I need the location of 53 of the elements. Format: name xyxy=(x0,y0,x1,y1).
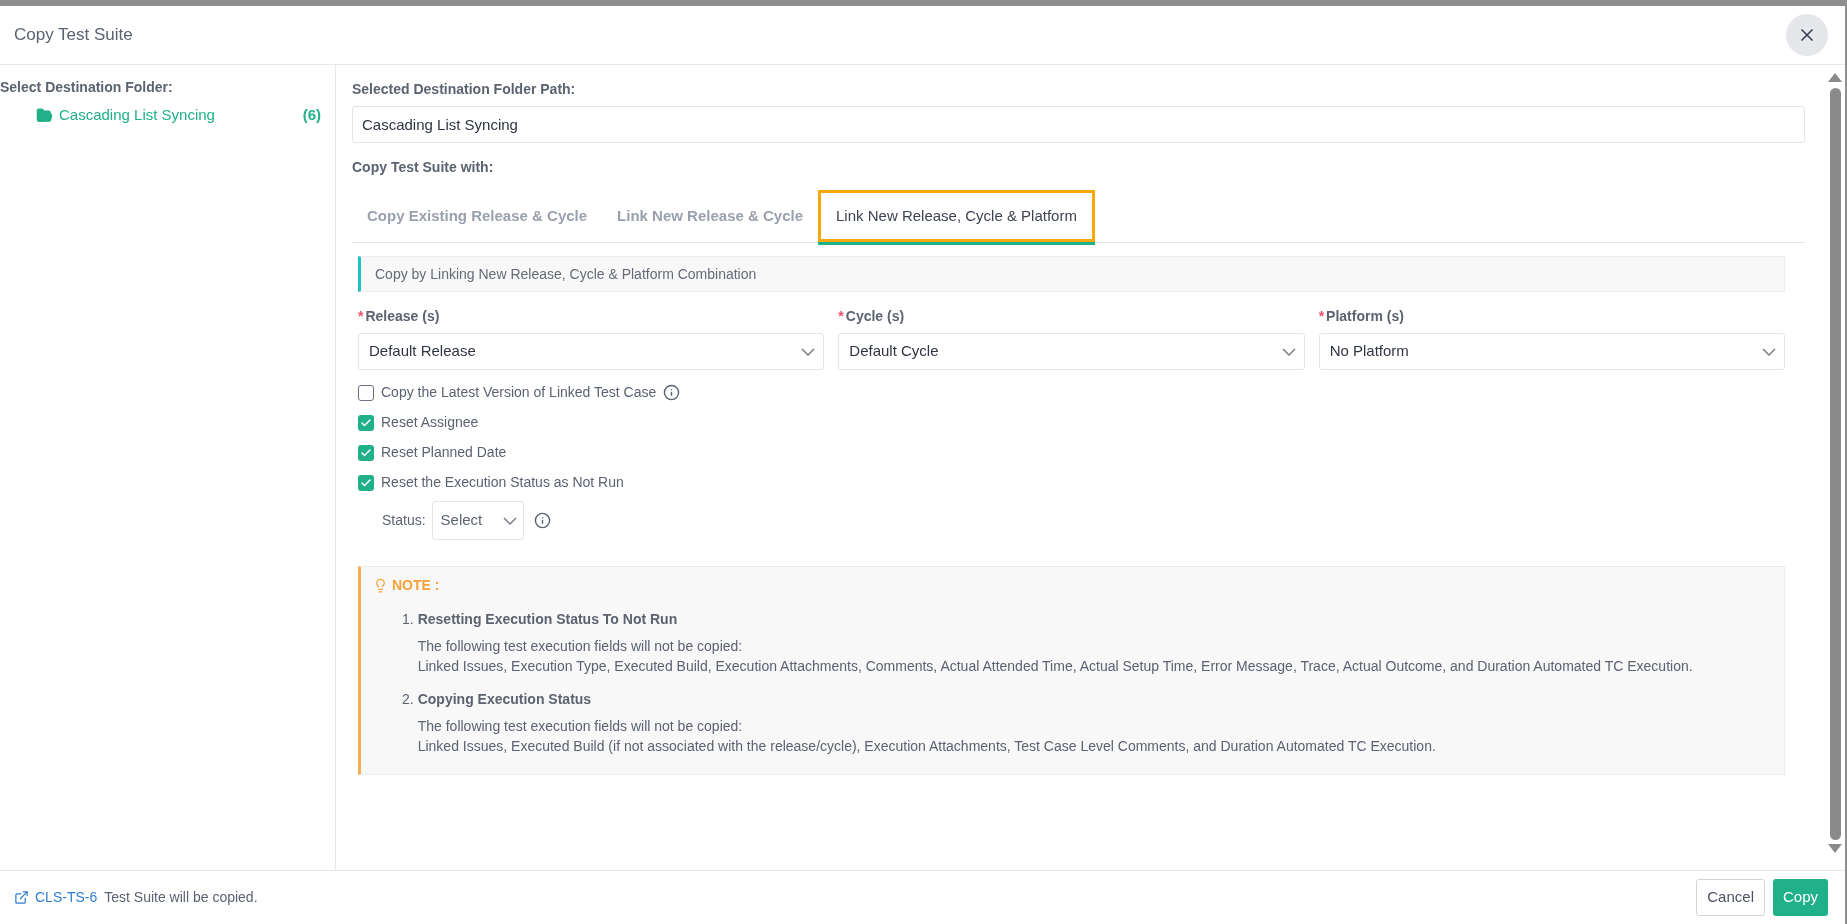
path-label: Selected Destination Folder Path: xyxy=(352,80,577,99)
select-label: Release (s) xyxy=(365,307,440,326)
check-icon xyxy=(360,446,372,459)
checkbox[interactable] xyxy=(358,384,374,401)
info-banner: Copy by Linking New Release, Cycle & Platform Combination xyxy=(358,256,1785,292)
suite-link[interactable]: CLS-TS-6 xyxy=(14,887,98,908)
chevron-down-icon xyxy=(801,347,816,356)
required-mark: * xyxy=(1318,307,1325,326)
checkbox[interactable] xyxy=(358,474,374,491)
select-field[interactable]: Default Release xyxy=(358,333,825,370)
external-link-icon xyxy=(14,890,29,905)
check-icon xyxy=(360,416,372,429)
check-icon xyxy=(360,476,372,489)
select-label: Cycle (s) xyxy=(845,307,905,326)
note-heading: Copying Execution Status xyxy=(417,690,593,709)
checkbox-label: Reset the Execution Status as Not Run xyxy=(381,473,624,492)
checkbox-label: Copy the Latest Version of Linked Test Case xyxy=(381,383,657,402)
status-label: Status: xyxy=(382,511,426,530)
folder-panel-heading: Select Destination Folder: xyxy=(0,78,174,97)
footer-message: Test Suite will be copied. xyxy=(104,888,258,907)
status-select[interactable]: Select xyxy=(431,501,524,540)
path-field[interactable]: Cascading List Syncing xyxy=(352,106,1805,143)
checkbox[interactable] xyxy=(358,414,374,431)
note-heading: Resetting Execution Status To Not Run xyxy=(417,610,679,629)
cancel-button[interactable]: Cancel xyxy=(1696,879,1765,916)
note-text: Linked Issues, Executed Build (if not associated with the release/cycle), Execution Attachments, Test Case Level Comments, and Duration Automated TC Execution. xyxy=(417,737,1436,756)
scroll-down-icon[interactable] xyxy=(1828,844,1842,853)
note-text: The following test execution fields will not be copied: xyxy=(417,637,744,656)
checkbox[interactable] xyxy=(358,444,374,461)
required-mark: * xyxy=(838,307,844,326)
chevron-down-icon xyxy=(502,516,517,525)
close-button[interactable] xyxy=(1786,14,1828,56)
chevron-down-icon xyxy=(1281,347,1296,356)
note-text: The following test execution fields will not be copied: xyxy=(417,717,744,736)
select-field[interactable]: No Platform xyxy=(1318,333,1785,370)
scroll-up-icon[interactable] xyxy=(1828,73,1842,82)
checkbox-label: Reset Planned Date xyxy=(381,443,507,462)
chevron-down-icon xyxy=(1762,347,1776,356)
copy-with-label: Copy Test Suite with: xyxy=(352,158,495,177)
info-icon xyxy=(533,512,551,529)
select-field[interactable]: Default Cycle xyxy=(838,333,1305,370)
select-label: Platform (s) xyxy=(1326,307,1404,326)
dialog-title: Copy Test Suite xyxy=(14,24,133,47)
list-number: 2. xyxy=(402,690,414,709)
note-text: Linked Issues, Execution Type, Executed Build, Execution Attachments, Comments, Actual Attended Time, Actual Setup Time, Error Message, Trace, Actual Outcome, and Duration Automated TC Execution. xyxy=(417,657,1693,676)
tab[interactable]: Link New Release, Cycle & Platform xyxy=(818,190,1095,242)
list-number: 1. xyxy=(402,610,414,629)
folder-icon xyxy=(36,106,53,124)
note-title: NOTE : xyxy=(392,576,440,595)
lightbulb-icon xyxy=(373,578,388,593)
checkbox-label: Reset Assignee xyxy=(381,413,479,432)
required-mark: * xyxy=(358,307,364,326)
info-icon xyxy=(663,384,681,401)
